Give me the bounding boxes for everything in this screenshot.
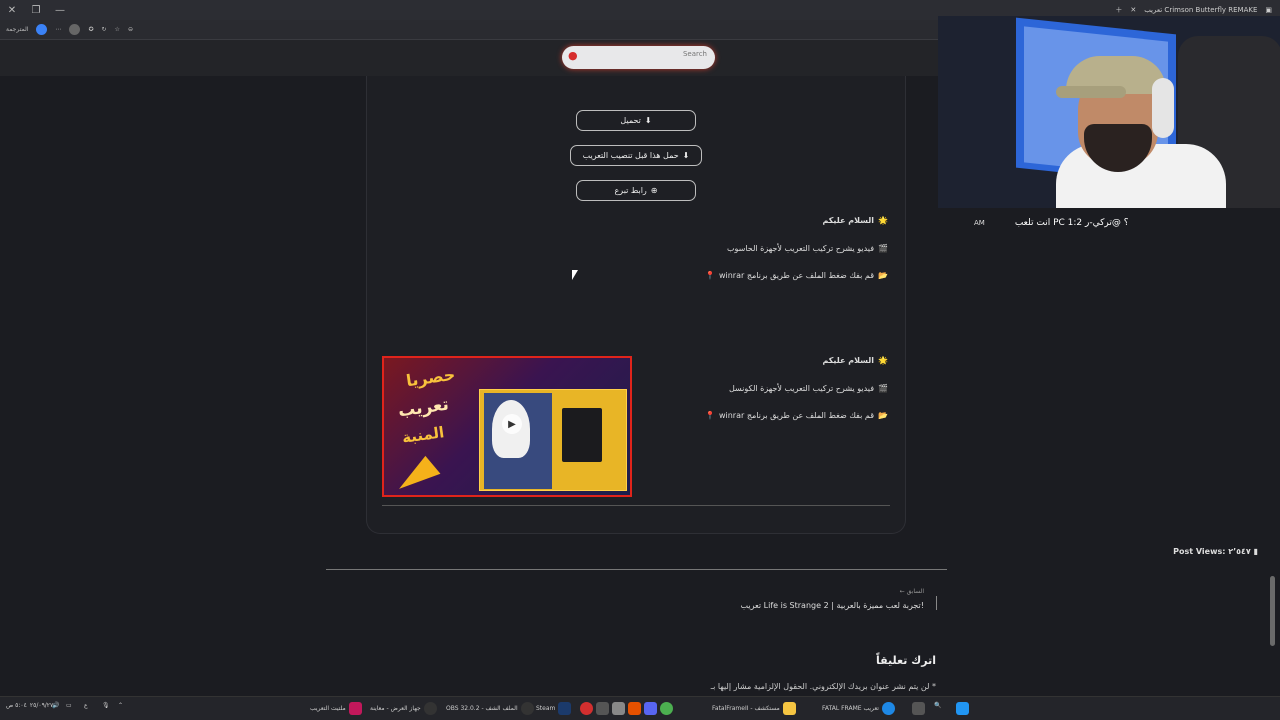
obs-icon <box>423 702 437 715</box>
download-icon: ⬇ <box>682 151 690 160</box>
tab-favicon-icon: ▣ <box>1265 6 1272 14</box>
download-button[interactable]: تحميل ⬇ <box>576 110 696 131</box>
minimize-icon[interactable]: — <box>48 0 72 20</box>
edge-icon <box>881 702 895 715</box>
ps4-console-icon <box>562 408 602 462</box>
taskbar-app-6[interactable]: FATAL FRAME تعريب <box>822 702 895 715</box>
chrome-icon[interactable] <box>36 24 48 35</box>
previous-post-link[interactable]: تعريب Life is Strange 2 | تجربة لعب مميز… <box>741 601 924 610</box>
search-icon[interactable]: 🔍 <box>934 702 941 709</box>
mic-icon[interactable]: 🎙 <box>102 702 110 709</box>
folder-icon: 📂 <box>878 411 888 420</box>
toolbar-label[interactable]: المترجمة <box>6 26 28 33</box>
webcam-cap-brim <box>1056 86 1126 98</box>
chrome-icon[interactable] <box>660 702 673 715</box>
mouse-cursor <box>572 270 578 280</box>
pin-icon: 📍 <box>705 411 715 420</box>
video-icon: 🎬 <box>878 244 888 253</box>
comment-heading: اترك تعليقاً <box>875 654 936 667</box>
windows-taskbar: ٥:٠٤ ص ٢٥/٠٩/٢٧ 🔊 ▭ ع 🎙 ⌃ ملتيت التعريب … <box>0 696 1280 720</box>
tray-chevron-icon[interactable]: ⌃ <box>118 702 123 709</box>
maximize-icon[interactable]: ❐ <box>24 0 48 20</box>
pc-video-line[interactable]: 🎬 فيديو يشرح تركيب التعريب لأجهزة الحاسو… <box>727 244 888 253</box>
record-icon[interactable] <box>580 702 593 715</box>
previous-post-label: ← السابق <box>899 588 924 595</box>
folder-icon: 📂 <box>878 271 888 280</box>
stream-chat-line: AM انت تلعب PC ؟ @تركي-ر 1:2 <box>974 218 1274 228</box>
promo-text-1: حصريا <box>404 364 457 391</box>
post-views-text: Post Views: ٢٬٥٤٧ <box>1173 547 1251 556</box>
volume-icon[interactable]: 🔊 <box>52 702 59 709</box>
settings-icon[interactable]: ⊖ <box>128 26 133 33</box>
console-promo-video-thumbnail[interactable]: ▶ حصريا تعريب المنبة <box>382 356 632 497</box>
app-icon[interactable] <box>596 702 609 715</box>
folder-icon <box>782 702 796 715</box>
post-views: Post Views: ٢٬٥٤٧ ▮ <box>1173 547 1258 556</box>
download-button-label: تحميل <box>620 116 641 125</box>
taskbar-app-3[interactable]: OBS 32.0.2 - الملف الشف <box>446 702 534 715</box>
prereq-download-label: حمل هذا قبل تنصيب التعريب <box>582 151 679 160</box>
star-icon[interactable]: ☆ <box>115 26 120 33</box>
pc-winrar-line: 📂 قم بفك ضغط الملف عن طريق برنامج winrar… <box>705 271 888 280</box>
previous-post-marker <box>936 596 937 610</box>
search-icon[interactable]: ● <box>568 49 578 62</box>
console-greeting: 🌟 السلام عليكم <box>822 356 889 365</box>
tab-close-icon[interactable]: ✕ <box>1130 6 1136 14</box>
bar-chart-icon: ▮ <box>1253 547 1258 556</box>
sparkle-icon: 🌟 <box>878 356 888 365</box>
promo-text-2: تعريب <box>396 394 451 422</box>
taskbar-app-1[interactable]: ملتيت التعريب <box>310 702 362 715</box>
section-divider <box>326 569 947 570</box>
task-view-icon[interactable] <box>912 702 925 715</box>
card-divider <box>382 505 890 506</box>
reload-icon[interactable]: ↻ <box>102 26 107 33</box>
obs-icon <box>520 702 534 715</box>
profile-icon[interactable] <box>69 24 81 35</box>
taskbar-app-2[interactable]: جهاز العرض - معاينة <box>370 702 437 715</box>
start-icon[interactable] <box>956 702 969 715</box>
play-icon[interactable]: ▶ <box>502 414 522 434</box>
search-input[interactable] <box>587 50 707 58</box>
donate-icon: ⊕ <box>650 186 658 195</box>
comment-notice: لن يتم نشر عنوان بريدك الإلكتروني. الحقو… <box>710 682 936 691</box>
search-box[interactable]: ● <box>562 46 715 69</box>
more-icon[interactable]: ⋯ <box>55 26 61 33</box>
chat-time: AM <box>974 219 985 227</box>
steam-icon <box>558 702 572 715</box>
taskbar-app-5[interactable]: FatalFrameII - مستكشف <box>712 702 796 715</box>
arrow-icon <box>391 453 441 489</box>
headset-icon <box>1152 78 1174 138</box>
page-scrollbar[interactable] <box>1270 576 1275 646</box>
pc-greeting: 🌟 السلام عليكم <box>822 216 889 225</box>
console-winrar-line: 📂 قم بفك ضغط الملف عن طريق برنامج winrar… <box>705 411 888 420</box>
promo-text-3: المنبة <box>400 423 446 447</box>
app-icon <box>348 702 362 715</box>
system-clock[interactable]: ٥:٠٤ ص ٢٥/٠٩/٢٧ <box>6 702 53 709</box>
prereq-download-button[interactable]: حمل هذا قبل تنصيب التعريب ⬇ <box>570 145 702 166</box>
network-icon[interactable]: ▭ <box>66 702 72 709</box>
download-icon: ⬇ <box>644 116 652 125</box>
donate-button[interactable]: رابط تبرع ⊕ <box>576 180 696 201</box>
webcam-overlay <box>938 16 1280 208</box>
taskbar-app-4[interactable]: Steam <box>536 702 572 715</box>
language-indicator[interactable]: ع <box>84 702 88 709</box>
console-video-line[interactable]: 🎬 فيديو يشرح تركيب التعريب لأجهزة الكونس… <box>729 384 888 393</box>
donate-button-label: رابط تبرع <box>614 186 647 195</box>
close-icon[interactable]: ✕ <box>0 0 24 20</box>
brave-icon[interactable] <box>628 702 641 715</box>
app-icon[interactable] <box>612 702 625 715</box>
taskbar-pinned-icons <box>580 702 673 715</box>
video-icon: 🎬 <box>878 384 888 393</box>
sparkle-icon: 🌟 <box>878 216 888 225</box>
new-tab-icon[interactable]: ＋ <box>1115 5 1122 15</box>
chat-message: انت تلعب PC ؟ @تركي-ر 1:2 <box>1014 218 1129 228</box>
pin-icon: 📍 <box>705 271 715 280</box>
extensions-icon[interactable]: ✪ <box>88 26 93 33</box>
browser-tab[interactable]: تعريب Crimson Butterfly REMAKE <box>1144 6 1257 14</box>
discord-icon[interactable] <box>644 702 657 715</box>
